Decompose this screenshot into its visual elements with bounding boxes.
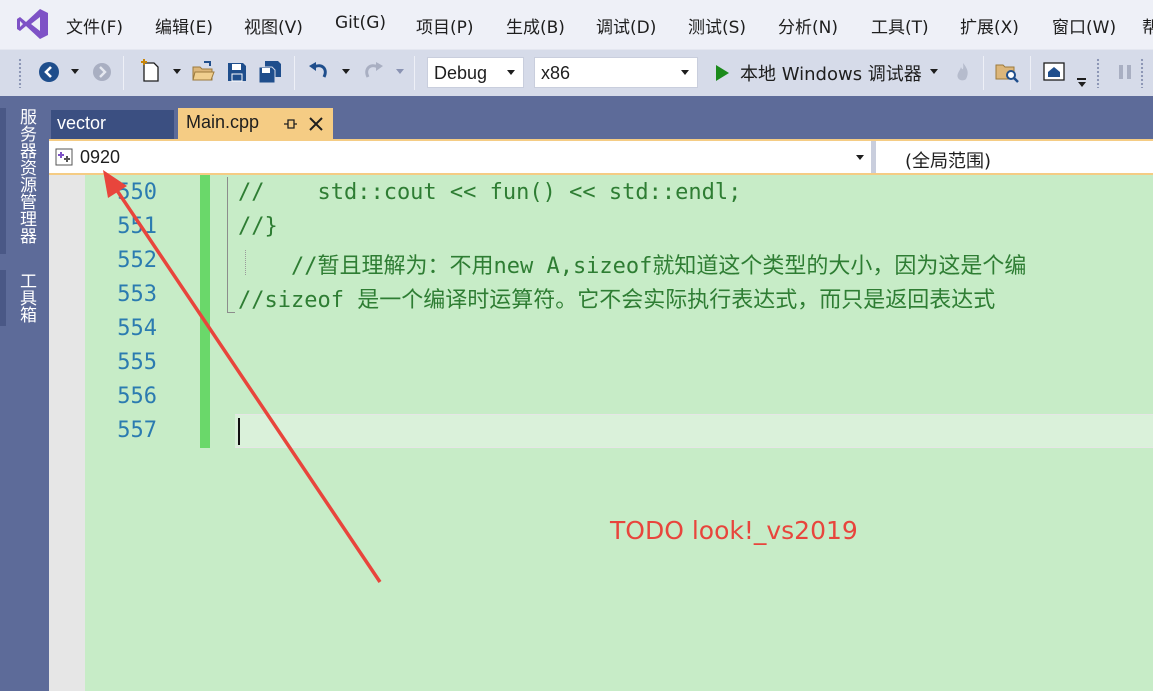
close-icon[interactable] xyxy=(307,115,325,133)
chevron-down-icon xyxy=(856,155,864,160)
menu-test[interactable]: 测试(S) xyxy=(688,13,746,38)
document-tab-strip: vector Main.cpp xyxy=(49,96,1153,139)
forward-icon[interactable] xyxy=(89,59,115,85)
navigation-bar: 0920 (全局范围) xyxy=(49,139,1153,175)
server-explorer-tab[interactable]: 服务器资源管理器 xyxy=(9,108,39,244)
side-tool-rail: 服务器资源管理器 工具箱 xyxy=(0,96,49,691)
redo-caret[interactable] xyxy=(396,69,404,74)
solution-platform-value: x86 xyxy=(541,63,571,83)
menu-file[interactable]: 文件(F) xyxy=(66,13,123,38)
tab-vector[interactable]: vector xyxy=(51,110,174,139)
menu-view[interactable]: 视图(V) xyxy=(244,13,303,38)
tab-main-cpp[interactable]: Main.cpp xyxy=(178,108,333,139)
line-number: 556 xyxy=(117,384,157,409)
new-project-icon[interactable] xyxy=(138,59,164,85)
debug-target-caret[interactable] xyxy=(930,69,938,74)
menu-edit[interactable]: 编辑(E) xyxy=(155,13,213,38)
solution-configuration-value: Debug xyxy=(434,63,488,83)
redo-icon[interactable] xyxy=(360,59,386,85)
save-icon[interactable] xyxy=(224,59,250,85)
menu-extensions[interactable]: 扩展(X) xyxy=(960,13,1019,38)
pause-icon[interactable] xyxy=(1112,59,1138,85)
toolbar-overflow-icon[interactable] xyxy=(1077,78,1086,80)
glyph-margin[interactable] xyxy=(49,175,85,691)
menu-analyze[interactable]: 分析(N) xyxy=(778,13,838,38)
toolbox-tab[interactable]: 工具箱 xyxy=(9,272,39,323)
menu-bar: 文件(F) 编辑(E) 视图(V) Git(G) 项目(P) 生成(B) 调试(… xyxy=(0,0,1153,49)
toolbar-overflow-caret[interactable] xyxy=(1078,82,1086,87)
home-icon[interactable] xyxy=(1042,59,1068,85)
standard-toolbar: Debug x86 本地 Windows 调试器 xyxy=(0,49,1153,96)
current-line-highlight xyxy=(235,414,1153,448)
toolbar-grip[interactable] xyxy=(1140,58,1144,88)
solution-platform-dropdown[interactable]: x86 xyxy=(534,57,698,88)
line-number: 551 xyxy=(117,214,157,239)
menu-git[interactable]: Git(G) xyxy=(335,13,386,33)
fold-guide xyxy=(227,177,235,313)
menu-help[interactable]: 帮 xyxy=(1142,13,1153,38)
line-number: 552 xyxy=(117,248,157,273)
chevron-down-icon xyxy=(507,70,515,75)
back-dropdown-caret[interactable] xyxy=(71,69,79,74)
line-number: 555 xyxy=(117,350,157,375)
line-number: 557 xyxy=(117,418,157,443)
menu-window[interactable]: 窗口(W) xyxy=(1052,13,1116,38)
start-debugger-button[interactable]: 本地 Windows 调试器 xyxy=(740,60,922,86)
pin-icon[interactable] xyxy=(282,116,298,132)
undo-icon[interactable] xyxy=(306,59,332,85)
solution-configuration-dropdown[interactable]: Debug xyxy=(427,57,524,88)
chevron-down-icon xyxy=(681,70,689,75)
todo-annotation: TODO look!_vs2019 xyxy=(610,516,858,545)
open-folder-icon[interactable] xyxy=(190,59,216,85)
line-number: 553 xyxy=(117,282,157,307)
line-number: 554 xyxy=(117,316,157,341)
project-name: 0920 xyxy=(80,147,121,167)
code-line[interactable]: // std::cout << fun() << std::endl; xyxy=(238,180,741,205)
menu-debug[interactable]: 调试(D) xyxy=(596,13,656,38)
code-line[interactable]: //} xyxy=(238,214,278,239)
line-number: 550 xyxy=(117,180,157,205)
code-line[interactable]: //sizeof 是一个编译时运算符。它不会实际执行表达式，而只是返回表达式 xyxy=(238,282,995,314)
change-tracking-bar xyxy=(200,175,210,448)
toolbar-grip[interactable] xyxy=(18,58,22,88)
menu-tools[interactable]: 工具(T) xyxy=(871,13,929,38)
find-in-files-icon[interactable] xyxy=(994,59,1020,85)
toolbar-grip[interactable] xyxy=(1096,58,1100,88)
tab-label: vector xyxy=(57,113,107,133)
tab-label: Main.cpp xyxy=(186,112,260,132)
back-icon[interactable] xyxy=(36,59,62,85)
hot-reload-icon[interactable] xyxy=(950,59,976,85)
visual-studio-logo-icon[interactable] xyxy=(16,7,50,41)
menu-build[interactable]: 生成(B) xyxy=(506,13,565,38)
navbar-splitter[interactable] xyxy=(872,141,876,173)
undo-caret[interactable] xyxy=(342,69,350,74)
new-project-caret[interactable] xyxy=(173,69,181,74)
scope-dropdown[interactable]: (全局范围) xyxy=(905,147,991,173)
text-cursor xyxy=(238,418,240,445)
start-debug-icon[interactable] xyxy=(710,60,734,86)
save-all-icon[interactable] xyxy=(257,59,283,85)
cpp-project-icon xyxy=(55,148,73,166)
project-dropdown[interactable]: 0920 xyxy=(49,141,872,173)
menu-project[interactable]: 项目(P) xyxy=(416,13,474,38)
code-editor[interactable]: 550 551 552 553 554 555 556 557 // std::… xyxy=(49,175,1153,691)
code-line[interactable]: //暂且理解为：不用new A,sizeof就知道这个类型的大小，因为这是个编 xyxy=(238,248,1026,280)
